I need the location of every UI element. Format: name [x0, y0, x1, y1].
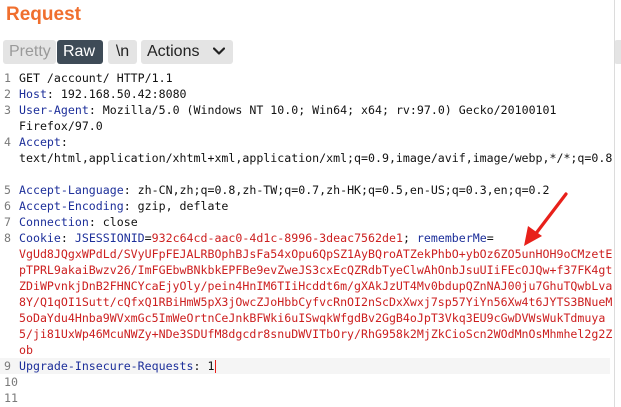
header-line-accept-encoding: 6 Accept-Encoding: gzip, deflate [0, 198, 610, 214]
request-line: 1 GET /account/ HTTP/1.1 [0, 70, 610, 86]
line-number: 11 [4, 391, 18, 405]
empty-line: 10 [0, 374, 610, 390]
line-number: 1 [4, 71, 11, 85]
header-separator: : [88, 215, 103, 229]
header-value: zh-CN,zh;q=0.8,zh-TW;q=0.7,zh-HK;q=0.5,e… [137, 183, 550, 197]
cookie-value-rememberme: VgUd8JQgxWPdLd/SVyUFpFEJALRBOphBJsFa54xO… [19, 247, 613, 357]
cookie-value-jsessionid: 932c64cd-aac0-4d1c-8996-3deac7562de1 [151, 231, 403, 245]
header-name: Host [19, 87, 47, 101]
header-name: Accept-Language [19, 183, 124, 197]
line-number: 6 [4, 199, 11, 213]
empty-line: 11 [0, 390, 610, 406]
line-number: 7 [4, 215, 11, 229]
chevron-down-icon [213, 47, 225, 55]
cookie-name-jsessionid: JSESSIONID [74, 231, 145, 245]
header-separator: : [193, 359, 208, 373]
annotation-arrow-icon [524, 192, 568, 246]
header-line-user-agent: 3 User-Agent: Mozilla/5.0 (Windows NT 10… [0, 102, 610, 134]
panel-title: Request [6, 4, 81, 25]
line-number: 2 [4, 87, 11, 101]
header-separator: : [123, 199, 138, 213]
raw-tab[interactable]: Raw [57, 40, 103, 64]
cookie-separator: ; [402, 231, 417, 245]
header-value: close [102, 215, 138, 229]
show-newlines-button[interactable]: \n [108, 40, 137, 64]
line-number: 9 [4, 359, 11, 373]
header-separator: : [46, 87, 61, 101]
header-name: Accept-Encoding [19, 199, 124, 213]
panel-divider [614, 0, 615, 407]
header-separator: : [123, 183, 138, 197]
header-value: gzip, deflate [137, 199, 229, 213]
side-panel-edge[interactable] [614, 40, 621, 64]
text-cursor [215, 360, 217, 373]
header-name: Accept [19, 135, 61, 149]
header-line-cookie: 8 Cookie: JSESSIONID=932c64cd-aac0-4d1c-… [4, 231, 613, 357]
pretty-tab[interactable]: Pretty [3, 40, 56, 64]
line-number: 4 [4, 135, 11, 149]
request-editor[interactable]: 1 GET /account/ HTTP/1.1 2 Host: 192.168… [0, 70, 613, 406]
request-line-text: GET /account/ HTTP/1.1 [19, 71, 173, 85]
header-line-accept: 4 Accept: text/html,application/xhtml+xml… [0, 134, 613, 182]
header-name: Upgrade-Insecure-Requests [19, 359, 194, 373]
header-value: 1 [207, 359, 215, 373]
actions-label: Actions [147, 43, 200, 60]
header-name: User-Agent [19, 103, 89, 117]
header-line-upgrade-insecure-requests: 9 Upgrade-Insecure-Requests: 1 [0, 358, 610, 374]
actions-dropdown[interactable]: Actions [141, 40, 233, 64]
line-number: 8 [4, 231, 11, 245]
line-number: 10 [4, 375, 18, 389]
header-separator: : [60, 135, 68, 149]
view-toolbar: Pretty Raw \n Actions [0, 40, 621, 64]
header-line-accept-language: 5 Accept-Language: zh-CN,zh;q=0.8,zh-TW;… [0, 182, 610, 198]
header-name: Connection [19, 215, 89, 229]
line-number: 5 [4, 183, 11, 197]
cookie-name-rememberme: rememberMe [416, 231, 487, 245]
header-line-host: 2 Host: 192.168.50.42:8080 [0, 86, 610, 102]
header-value: text/html,application/xhtml+xml,applicat… [19, 151, 613, 165]
header-separator: : [88, 103, 103, 117]
header-value: 192.168.50.42:8080 [60, 87, 187, 101]
header-separator: : [60, 231, 75, 245]
header-name: Cookie [19, 231, 61, 245]
header-line-connection: 7 Connection: close [0, 214, 610, 230]
line-number: 3 [4, 103, 11, 117]
